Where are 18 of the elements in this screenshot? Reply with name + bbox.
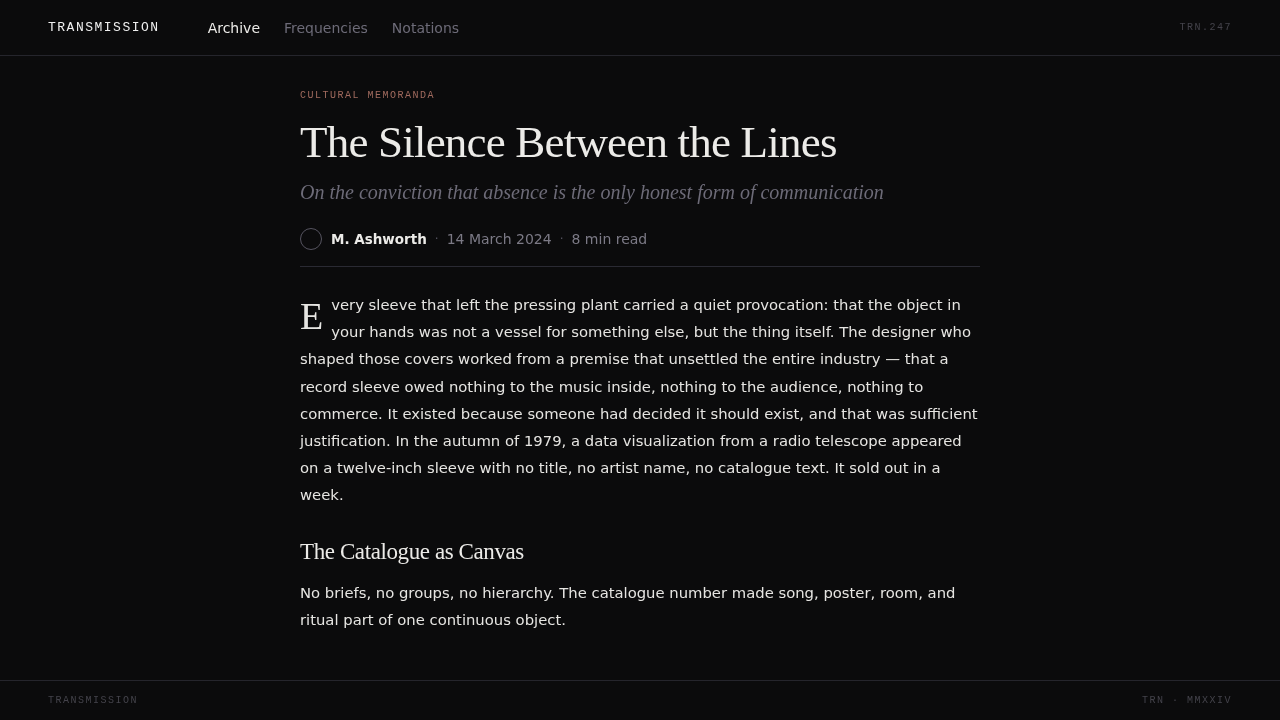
nav-link[interactable]: Notations — [391, 19, 460, 36]
issue-code: TRN.247 — [1179, 22, 1232, 33]
publish-date: 14 March 2024 — [446, 231, 552, 247]
separator-dot: · — [559, 232, 564, 246]
article-title: The Silence Between the Lines — [300, 116, 838, 169]
section-heading: The Catalogue as Canvas — [300, 538, 525, 565]
separator-dot: · — [434, 232, 439, 246]
lead-paragraph: E very sleeve that left the pressing plant carried a quiet provocation: that the object in your hands was not a vessel for something else, but the thing itself. The designer who shaped those covers worked from a premise that unsettled the entire industry — that a record sleeve owed nothing to the music inside, nothing to the audience, nothing to commerce. It existed because someone had decided it should exist, and that was sufficient justification. In the autumn of 1979, a data visualization from a radio telescope appeared on a twelve-inch sleeve with no title, no artist name, no catalogue text. It sold out in a week. — [300, 294, 979, 506]
body-paragraph: No briefs, no groups, no hierarchy. The catalogue number made song, poster, room, and ritual part of one continuous object. — [300, 582, 957, 630]
footer-brand: TRANSMISSION — [48, 695, 138, 706]
brand-logo[interactable]: TRANSMISSION — [48, 20, 160, 35]
nav-link[interactable]: Frequencies — [284, 19, 368, 36]
author-name[interactable]: M. Ashworth — [331, 231, 427, 247]
article-subtitle: On the conviction that absence is the only honest form of communication — [300, 181, 885, 204]
category-label: CULTURAL MEMORANDA — [300, 90, 437, 101]
nav-link[interactable]: Archive — [207, 19, 260, 36]
footer-code: TRN · MMXXIV — [1142, 695, 1232, 706]
read-time: 8 min read — [571, 231, 648, 247]
